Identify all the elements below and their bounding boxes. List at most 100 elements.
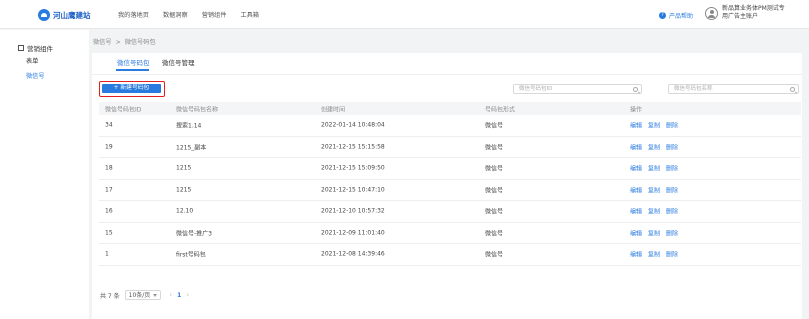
edit-link[interactable]: 编辑 (630, 228, 642, 237)
copy-link[interactable]: 复制 (648, 228, 660, 237)
row-created: 2022-01-14 10:48:04 (321, 121, 385, 129)
column-header-actions: 操作 (630, 106, 643, 113)
table-row: 19 1215_副本 2021-12-15 15:15:58 微信号 编辑 复制 删除 (99, 137, 801, 158)
row-name: 12.10 (176, 207, 194, 215)
component-icon (18, 45, 24, 51)
nav-item-my-pages[interactable]: 我的落地页 (118, 10, 149, 19)
row-name: 1215_副本 (176, 144, 207, 152)
row-id: 1 (105, 250, 109, 258)
delete-link[interactable]: 删除 (666, 164, 678, 173)
row-name: 1215 (176, 164, 192, 172)
avatar[interactable] (705, 7, 718, 20)
row-form: 微信号 (485, 208, 504, 216)
edit-link[interactable]: 编辑 (630, 185, 642, 194)
row-name: 搜索1.14 (176, 122, 202, 130)
delete-link[interactable]: 删除 (666, 185, 678, 194)
next-page-button[interactable]: › (186, 291, 189, 299)
copy-link[interactable]: 复制 (648, 142, 660, 151)
user-account[interactable]: 新品算业务体PM测试专 用广告主账户 (722, 5, 785, 21)
edit-link[interactable]: 编辑 (630, 207, 642, 216)
active-tab-indicator (116, 69, 149, 71)
table-row: 15 微信号-推广3 2021-12-09 11:01:40 微信号 编辑 复制 删除 (99, 223, 801, 244)
row-form: 微信号 (485, 165, 504, 173)
row-id: 15 (105, 229, 113, 237)
sidebar: 营销组件 表单 微信号 (0, 30, 89, 319)
breadcrumb-parent[interactable]: 微信号 (93, 39, 112, 46)
row-created: 2021-12-15 10:47:10 (321, 186, 385, 194)
copy-link[interactable]: 复制 (648, 207, 660, 216)
delete-link[interactable]: 删除 (666, 228, 678, 237)
search-icon[interactable] (633, 86, 638, 92)
edit-link[interactable]: 编辑 (630, 121, 642, 130)
row-id: 34 (105, 121, 113, 129)
column-header-form: 号码包形式 (485, 106, 516, 113)
page-number-current[interactable]: 1 (177, 292, 181, 299)
sidebar-title-label: 营销组件 (27, 45, 53, 53)
tab-wechat-number-pack[interactable]: 微信号码包 (117, 57, 150, 67)
number-pack-table: 微信号码包ID 微信号码包名称 创建时间 号码包形式 操作 34 搜索1.14 20… (99, 102, 801, 266)
breadcrumb-current: 微信号码包 (124, 39, 156, 46)
table-row: 18 1215 2021-12-15 15:09:50 微信号 编辑 复制 删除 (99, 158, 801, 180)
delete-link[interactable]: 删除 (666, 207, 678, 216)
row-id: 18 (105, 164, 113, 172)
row-id: 19 (105, 143, 113, 151)
edit-link[interactable]: 编辑 (630, 250, 642, 259)
row-actions: 编辑 复制 删除 (630, 228, 684, 237)
row-created: 2021-12-10 10:57:32 (321, 207, 385, 215)
copy-link[interactable]: 复制 (648, 250, 660, 259)
row-actions: 编辑 复制 删除 (630, 121, 684, 130)
row-id: 16 (105, 207, 113, 215)
logo[interactable]: 河山鹰建站 (38, 9, 91, 21)
help-link[interactable]: ? 产品帮助 (659, 11, 693, 20)
row-form: 微信号 (485, 187, 504, 195)
table-header: 微信号码包ID 微信号码包名称 创建时间 号码包形式 操作 (99, 102, 801, 115)
nav-item-toolbox[interactable]: 工具箱 (240, 10, 259, 19)
nav-item-marketing-components[interactable]: 营销组件 (202, 10, 227, 19)
chevron-down-icon (153, 293, 158, 297)
tab-wechat-number-manage[interactable]: 微信号管理 (162, 57, 195, 67)
row-actions: 编辑 复制 删除 (630, 164, 684, 173)
new-button-highlight: + 新建号码包 (99, 81, 165, 97)
search-id-input[interactable] (514, 85, 641, 93)
row-name: 微信号-推广3 (176, 230, 212, 238)
row-form: 微信号 (485, 122, 504, 130)
user-name-line1: 新品算业务体PM测试专 (722, 5, 785, 12)
table-body: 34 搜索1.14 2022-01-14 10:48:04 微信号 编辑 复制 删除 19 12… (99, 115, 801, 266)
nav-item-data-insights[interactable]: 数据洞察 (163, 10, 188, 19)
sidebar-section-title[interactable]: 营销组件 (18, 43, 53, 53)
copy-link[interactable]: 复制 (648, 164, 660, 173)
edit-link[interactable]: 编辑 (630, 164, 642, 173)
row-actions: 编辑 复制 删除 (630, 142, 684, 151)
search-name-box (668, 84, 799, 94)
new-number-pack-button[interactable]: + 新建号码包 (102, 84, 161, 93)
page-size-value: 10条/页 (128, 291, 151, 299)
table-row: 16 12.10 2021-12-10 10:57:32 微信号 编辑 复制 删除 (99, 201, 801, 223)
sidebar-item-form[interactable]: 表单 (26, 56, 38, 65)
row-created: 2021-12-09 11:01:40 (321, 229, 385, 237)
delete-link[interactable]: 删除 (666, 142, 678, 151)
sidebar-item-wechat[interactable]: 微信号 (26, 71, 45, 80)
search-icon[interactable] (790, 86, 795, 92)
main-panel: 微信号码包 微信号管理 + 新建号码包 微信号码包ID 微信号码包名称 创建时间… (92, 53, 802, 319)
copy-link[interactable]: 复制 (648, 121, 660, 130)
edit-link[interactable]: 编辑 (630, 142, 642, 151)
row-created: 2021-12-15 15:15:58 (321, 143, 385, 151)
breadcrumb-separator: > (115, 39, 121, 46)
row-name: first号码包 (176, 251, 206, 259)
row-form: 微信号 (485, 144, 504, 152)
top-nav: 我的落地页 数据洞察 营销组件 工具箱 (118, 10, 273, 19)
delete-link[interactable]: 删除 (666, 250, 678, 259)
search-name-input[interactable] (669, 85, 798, 93)
prev-page-button[interactable]: ‹ (169, 291, 172, 299)
table-row: 17 1215 2021-12-15 10:47:10 微信号 编辑 复制 删除 (99, 180, 801, 201)
copy-link[interactable]: 复制 (648, 185, 660, 194)
column-header-name: 微信号码包名称 (176, 106, 219, 113)
question-icon: ? (659, 12, 666, 19)
page-size-select[interactable]: 10条/页 (124, 290, 162, 300)
delete-link[interactable]: 删除 (666, 121, 678, 130)
row-actions: 编辑 复制 删除 (630, 207, 684, 216)
row-actions: 编辑 复制 删除 (630, 185, 684, 194)
search-id-box (513, 84, 642, 94)
top-bar: 河山鹰建站 我的落地页 数据洞察 营销组件 工具箱 ? 产品帮助 新品算业务体P… (0, 0, 809, 29)
table-row: 1 first号码包 2021-12-08 14:39:46 微信号 编辑 复制 删除 (99, 244, 801, 266)
